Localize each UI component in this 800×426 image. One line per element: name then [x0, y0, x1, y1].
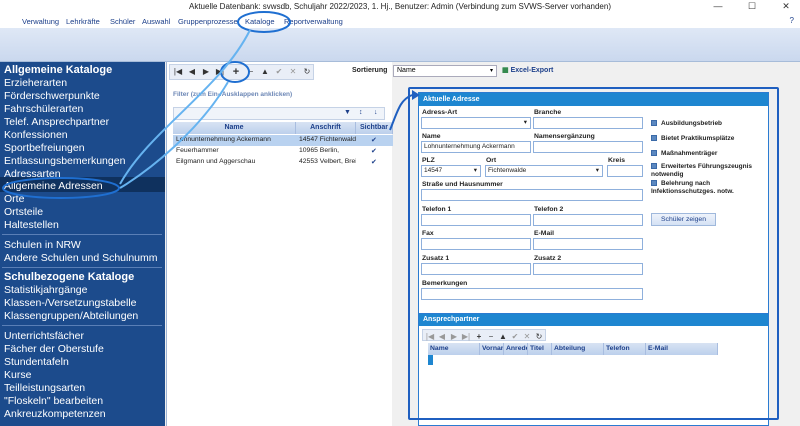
window-title: Aktuelle Datenbank: svwsdb, Schuljahr 20…: [188, 2, 611, 11]
save-record-icon[interactable]: ✔: [273, 66, 285, 78]
table-row[interactable]: Lohnunternehmung Ackermann 14547 Fichten…: [173, 135, 393, 146]
sidebar-item-andere-schulen[interactable]: Andere Schulen und Schulnumm: [4, 252, 158, 264]
sidebar-item-orte[interactable]: Orte: [4, 193, 24, 205]
section-allgemeine-kataloge: Allgemeine Kataloge: [4, 64, 113, 76]
cell-anschrift: 42553 Velbert, Breite: [299, 158, 356, 165]
sort-select-value: Name: [397, 67, 416, 74]
sidebar-item-klassengruppen[interactable]: Klassengruppen/Abteilungen: [4, 310, 138, 322]
record-toolbar: |◀ ◀ ▶ ▶| + − ▲ ✔ ✕ ↻: [169, 64, 314, 80]
address-list-panel: |◀ ◀ ▶ ▶| + − ▲ ✔ ✕ ↻ Filter (zum Ein-/A…: [166, 62, 393, 426]
sidebar-divider: [2, 267, 162, 268]
menu-reportverwaltung[interactable]: Reportverwaltung: [284, 17, 343, 26]
sidebar-item-adressarten[interactable]: Adressarten: [4, 168, 61, 180]
excel-export-label: Excel-Export: [510, 67, 554, 74]
title-bar: Aktuelle Datenbank: svwsdb, Schuljahr 20…: [0, 0, 800, 14]
sidebar-item-schulen-nrw[interactable]: Schulen in NRW: [4, 239, 81, 251]
cancel-record-icon[interactable]: ✕: [287, 66, 299, 78]
sidebar-item-foerderschwerpunkte[interactable]: Förderschwerpunkte: [4, 90, 100, 102]
sidebar-item-ankreuzkompetenzen[interactable]: Ankreuzkompetenzen: [4, 408, 106, 420]
sidebar-item-haltestellen[interactable]: Haltestellen: [4, 219, 59, 231]
sidebar-divider: [2, 325, 162, 326]
sidebar-item-ortsteile[interactable]: Ortsteile: [4, 206, 43, 218]
cell-name: Eilgmann und Aggerschau: [176, 158, 256, 165]
sidebar-item-floskeln[interactable]: "Floskeln" bearbeiten: [4, 395, 103, 407]
sort-icon[interactable]: ↕: [359, 109, 363, 116]
check-icon: ✔: [371, 137, 377, 144]
column-header-anschrift[interactable]: Anschrift: [296, 122, 356, 134]
sort-desc-icon[interactable]: ↓: [374, 109, 378, 116]
cell-name: Lohnunternehmung Ackermann: [176, 136, 271, 143]
sidebar-item-faecher-oberstufe[interactable]: Fächer der Oberstufe: [4, 343, 104, 355]
filter-toggle[interactable]: Filter (zum Ein-/Ausklappen anklicken): [173, 91, 292, 98]
sidebar-item-konfessionen[interactable]: Konfessionen: [4, 129, 68, 141]
sidebar-item-allgemeine-adressen[interactable]: Allgemeine Adressen: [4, 180, 103, 192]
refresh-icon[interactable]: ↻: [301, 66, 313, 78]
menu-auswahl[interactable]: Auswahl: [142, 17, 170, 26]
menu-gruppenprozesse[interactable]: Gruppenprozesse: [178, 17, 238, 26]
edit-record-icon[interactable]: ▲: [259, 66, 271, 78]
sidebar-item-teilleistungsarten[interactable]: Teilleistungsarten: [4, 382, 85, 394]
sidebar-item-fahrschuelerarten[interactable]: Fahrschülerarten: [4, 103, 83, 115]
annotation-outline: [408, 87, 779, 420]
sidebar-item-kurse[interactable]: Kurse: [4, 369, 31, 381]
check-icon: ✔: [371, 148, 377, 155]
close-button[interactable]: ✕: [776, 1, 796, 12]
excel-export-button[interactable]: ▦ Excel-Export: [502, 66, 553, 74]
sidebar-item-telef-ansprechpartner[interactable]: Telef. Ansprechpartner: [4, 116, 109, 128]
first-record-icon[interactable]: |◀: [172, 66, 184, 78]
menu-verwaltung[interactable]: Verwaltung: [22, 17, 59, 26]
minimize-button[interactable]: —: [708, 1, 728, 11]
table-row[interactable]: Eilgmann und Aggerschau 42553 Velbert, B…: [173, 157, 393, 168]
sort-select[interactable]: Name ▾: [393, 65, 497, 77]
next-record-icon[interactable]: ▶: [200, 66, 212, 78]
column-header-name[interactable]: Name: [173, 122, 296, 134]
sidebar-item-erzieherarten[interactable]: Erzieherarten: [4, 77, 67, 89]
chevron-down-icon: ▾: [489, 68, 493, 74]
sidebar-divider: [2, 234, 162, 235]
catalog-sidebar: Allgemeine Kataloge Erzieherarten Förder…: [0, 62, 165, 426]
last-record-icon[interactable]: ▶|: [214, 66, 226, 78]
sort-label: Sortierung: [352, 67, 388, 74]
maximize-button[interactable]: ☐: [742, 1, 762, 12]
menu-lehrkraefte[interactable]: Lehrkräfte: [66, 17, 100, 26]
sidebar-item-statistikjahrgaenge[interactable]: Statistikjahrgänge: [4, 284, 87, 296]
sidebar-item-unterrichtsfaecher[interactable]: Unterrichtsfächer: [4, 330, 84, 342]
menu-bar: Verwaltung Lehrkräfte Schüler Auswahl Gr…: [0, 14, 800, 28]
table-row[interactable]: Feuerhammer 10965 Berlin, ✔: [173, 146, 393, 157]
cell-anschrift: 14547 Fichtenwalde,: [299, 136, 356, 143]
cell-name: Feuerhammer: [176, 147, 219, 154]
sidebar-item-stundentafeln[interactable]: Stundentafeln: [4, 356, 69, 368]
menu-kataloge[interactable]: Kataloge: [245, 17, 275, 26]
prev-record-icon[interactable]: ◀: [186, 66, 198, 78]
ribbon: [0, 28, 800, 62]
filter-icon[interactable]: ▼: [344, 109, 351, 116]
sidebar-item-versetzungstabelle[interactable]: Klassen-/Versetzungstabelle: [4, 297, 137, 309]
column-header-sichtbar[interactable]: Sichtbar: [356, 122, 393, 134]
menu-schueler[interactable]: Schüler: [110, 17, 135, 26]
sidebar-item-sportbefreiungen[interactable]: Sportbefreiungen: [4, 142, 85, 154]
add-record-icon[interactable]: +: [230, 66, 242, 78]
section-schulbezogene-kataloge: Schulbezogene Kataloge: [4, 271, 135, 283]
check-icon: ✔: [371, 159, 377, 166]
excel-icon: ▦: [502, 67, 509, 74]
sidebar-item-entlassungsbemerkungen[interactable]: Entlassungsbemerkungen: [4, 155, 125, 167]
delete-record-icon[interactable]: −: [245, 66, 257, 78]
filter-row[interactable]: ▼ ↕ ↓: [173, 107, 385, 120]
cell-anschrift: 10965 Berlin,: [299, 147, 340, 154]
help-icon[interactable]: ?: [790, 16, 794, 25]
